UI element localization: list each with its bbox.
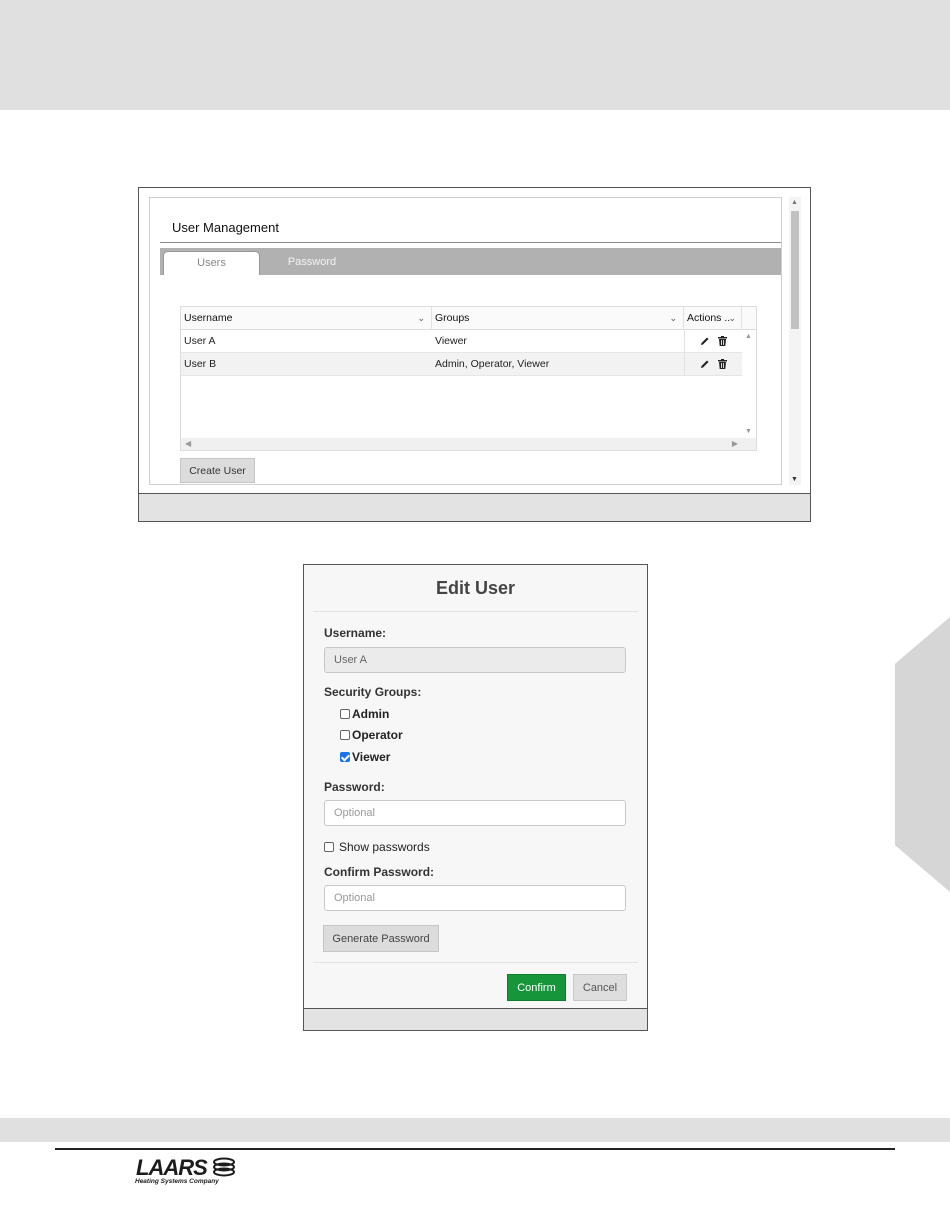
cell-username: User B <box>184 358 217 370</box>
password-field[interactable] <box>324 800 626 826</box>
trash-icon[interactable] <box>718 359 727 369</box>
page-header-band <box>0 0 950 110</box>
table-row[interactable]: User B Admin, Operator, Viewer <box>181 353 742 376</box>
divider <box>313 962 638 963</box>
dialog-title: Edit User <box>435 578 516 598</box>
logo-coil-icon <box>213 1157 235 1177</box>
page-side-tab <box>895 617 950 892</box>
table-header: Username ⌄ Groups ⌄ Actions .. ⌄ <box>181 307 756 330</box>
username-label: Username: <box>324 626 387 640</box>
checkbox-label: Operator <box>352 728 403 742</box>
cell-username: User A <box>184 335 216 347</box>
tab-users[interactable]: Users <box>163 251 260 275</box>
create-user-button[interactable]: Create User <box>180 458 255 483</box>
chevron-down-icon[interactable]: ⌄ <box>669 307 677 330</box>
group-operator-checkbox[interactable]: Operator <box>340 728 403 742</box>
title-divider <box>160 242 781 243</box>
checkbox-icon[interactable] <box>324 842 334 852</box>
checkbox-checked-icon[interactable] <box>340 752 350 762</box>
row-actions <box>684 330 742 352</box>
scroll-up-icon[interactable]: ▲ <box>745 333 752 340</box>
column-label: Actions .. <box>687 312 731 324</box>
checkbox-icon[interactable] <box>340 730 350 740</box>
scroll-up-icon[interactable]: ▲ <box>791 199 798 206</box>
scroll-right-icon[interactable]: ▶ <box>732 438 738 450</box>
users-table: Username ⌄ Groups ⌄ Actions .. ⌄ User A … <box>180 306 757 451</box>
scroll-down-icon[interactable]: ▼ <box>745 428 752 435</box>
footer-rule <box>55 1148 895 1150</box>
cell-groups: Viewer <box>435 335 467 347</box>
table-vertical-scrollbar[interactable]: ▲ ▼ <box>742 330 756 437</box>
table-horizontal-scrollbar[interactable]: ◀ ▶ <box>181 438 756 450</box>
confirm-password-label: Confirm Password: <box>324 865 435 879</box>
divider <box>313 611 638 612</box>
password-label: Password: <box>324 780 385 794</box>
checkbox-label: Show passwords <box>339 840 430 854</box>
username-field <box>324 647 626 673</box>
user-management-panel: User Management Users Password Username … <box>149 197 782 485</box>
generate-password-button[interactable]: Generate Password <box>323 925 439 952</box>
checkbox-icon[interactable] <box>340 709 350 719</box>
scroll-left-icon[interactable]: ◀ <box>185 438 191 450</box>
checkbox-label: Admin <box>352 707 390 721</box>
tab-password[interactable]: Password <box>277 251 347 275</box>
column-label: Username <box>184 312 233 324</box>
page-footer-band <box>0 1118 950 1142</box>
confirm-password-field[interactable] <box>324 885 626 911</box>
column-header-groups[interactable]: Groups ⌄ <box>432 307 684 330</box>
group-viewer-checkbox[interactable]: Viewer <box>340 750 390 764</box>
dialog-footer-bar <box>304 1008 647 1030</box>
trash-icon[interactable] <box>718 336 727 346</box>
show-passwords-checkbox[interactable]: Show passwords <box>324 840 430 854</box>
column-header-username[interactable]: Username ⌄ <box>181 307 432 330</box>
scrollbar-thumb[interactable] <box>791 211 799 329</box>
chevron-down-icon[interactable]: ⌄ <box>728 307 736 330</box>
confirm-button[interactable]: Confirm <box>507 974 566 1001</box>
scroll-down-icon[interactable]: ▼ <box>791 476 798 483</box>
cell-groups: Admin, Operator, Viewer <box>435 358 550 370</box>
cancel-button[interactable]: Cancel <box>573 974 627 1001</box>
panel-title: User Management <box>172 220 279 235</box>
laars-logo: LAARS Heating Systems Company <box>134 1155 244 1189</box>
panel-vertical-scrollbar[interactable]: ▲ ▼ <box>789 197 801 485</box>
pencil-icon[interactable] <box>700 336 710 346</box>
user-management-screenshot: User Management Users Password Username … <box>138 187 811 522</box>
row-actions <box>684 353 742 375</box>
panel-footer-bar <box>139 493 810 521</box>
tab-bar: Users Password <box>160 248 781 275</box>
security-groups-label: Security Groups: <box>324 685 422 699</box>
edit-user-dialog: Edit User Username: Security Groups: Adm… <box>303 564 648 1031</box>
checkbox-label: Viewer <box>352 750 391 764</box>
pencil-icon[interactable] <box>700 359 710 369</box>
group-admin-checkbox[interactable]: Admin <box>340 707 389 721</box>
chevron-down-icon[interactable]: ⌄ <box>417 307 425 330</box>
logo-tagline: Heating Systems Company <box>135 1178 219 1185</box>
column-header-actions[interactable]: Actions .. ⌄ <box>684 307 742 330</box>
column-label: Groups <box>435 312 470 324</box>
table-row[interactable]: User A Viewer <box>181 330 742 353</box>
